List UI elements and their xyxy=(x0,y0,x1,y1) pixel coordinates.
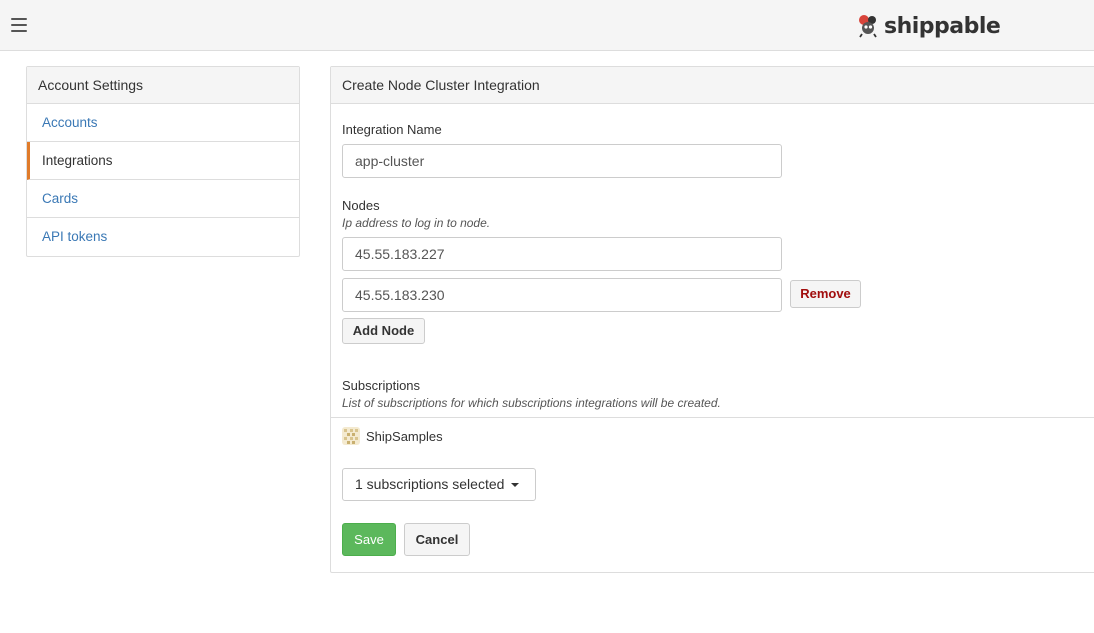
subscriptions-select[interactable]: 1 subscriptions selected xyxy=(342,468,536,501)
integration-name-label: Integration Name xyxy=(342,122,442,137)
subscription-avatar-icon xyxy=(342,427,360,445)
nodes-label: Nodes xyxy=(342,198,380,213)
sidebar-item-cards[interactable]: Cards xyxy=(27,180,299,218)
subscription-item: ShipSamples xyxy=(342,426,443,446)
subscriptions-label: Subscriptions xyxy=(342,378,421,393)
brand-name: shippable xyxy=(884,13,1001,39)
sidebar-title: Account Settings xyxy=(27,67,299,104)
add-node-button[interactable]: Add Node xyxy=(342,318,425,344)
nodes-help-text: Ip address to log in to node. xyxy=(342,216,491,230)
node-ip-input-1[interactable] xyxy=(342,237,782,271)
remove-node-button[interactable]: Remove xyxy=(790,280,861,308)
sidebar-item-integrations[interactable]: Integrations xyxy=(27,142,299,180)
subscription-name: ShipSamples xyxy=(366,428,443,444)
panel-title: Create Node Cluster Integration xyxy=(331,67,1094,104)
caret-down-icon xyxy=(511,483,520,488)
create-integration-panel: Create Node Cluster Integration Integrat… xyxy=(330,66,1094,573)
subscriptions-help-text: List of subscriptions for which subscrip… xyxy=(342,396,721,410)
cancel-button[interactable]: Cancel xyxy=(404,523,470,556)
top-bar: shippable xyxy=(0,0,1094,51)
account-settings-sidebar: Account Settings Accounts Integrations C… xyxy=(26,66,300,257)
save-button[interactable]: Save xyxy=(342,523,396,556)
hamburger-menu-icon[interactable] xyxy=(11,18,27,32)
sidebar-item-api-tokens[interactable]: API tokens xyxy=(27,218,299,256)
brand[interactable]: shippable xyxy=(856,12,1001,40)
subscriptions-select-label: 1 subscriptions selected xyxy=(355,476,505,492)
shippable-logo-icon xyxy=(859,15,877,38)
divider xyxy=(331,417,1094,418)
integration-name-input[interactable] xyxy=(342,144,782,178)
sidebar-item-accounts[interactable]: Accounts xyxy=(27,104,299,142)
node-ip-input-2[interactable] xyxy=(342,278,782,312)
